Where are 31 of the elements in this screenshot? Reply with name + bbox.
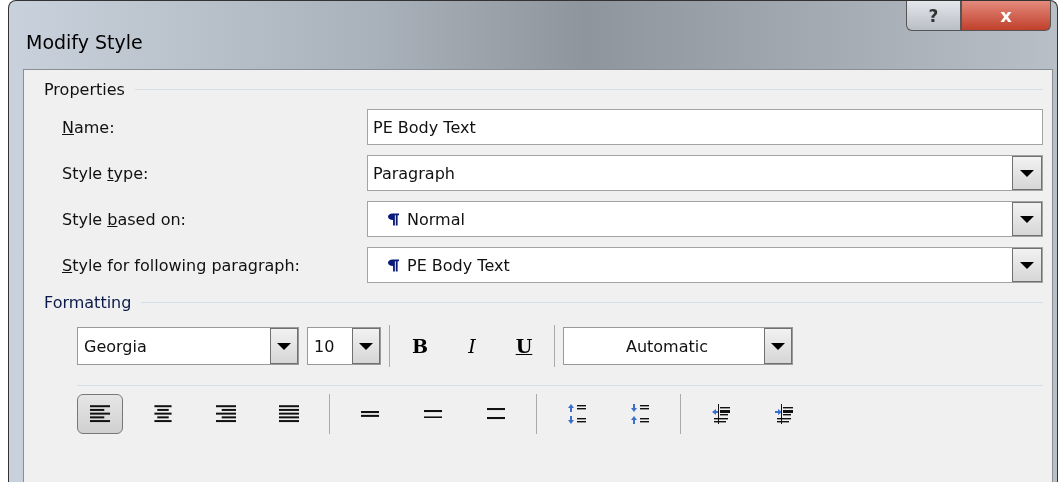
paragraph-spacing-icon	[631, 404, 649, 424]
font-color-dropdown[interactable]: Automatic	[563, 327, 793, 365]
font-dropdown[interactable]: Georgia	[77, 327, 299, 365]
align-justify-icon	[279, 404, 299, 424]
indent-icon	[775, 404, 793, 424]
section-heading: Properties	[44, 80, 125, 99]
name-field[interactable]: PE Body Text	[367, 109, 1043, 145]
field-label: Style type:	[62, 163, 150, 183]
align-left-button[interactable]	[77, 394, 123, 434]
paragraph-spacing-icon	[568, 404, 586, 424]
align-right-icon	[216, 404, 236, 424]
italic-button[interactable]: I	[450, 327, 494, 365]
font-size-dropdown[interactable]: 10	[307, 327, 381, 365]
close-button[interactable]: x	[961, 1, 1051, 31]
field-label: Style based on:	[62, 209, 187, 229]
field-label: Style for following paragraph:	[62, 255, 301, 275]
dropdown-field[interactable]: PE Body Text	[367, 247, 1043, 283]
line-spacing-icon	[487, 408, 505, 420]
indent-icon	[712, 404, 730, 424]
align-center-icon	[153, 404, 173, 424]
line-spacing-icon	[361, 411, 379, 417]
dropdown-field[interactable]: Paragraph	[367, 155, 1043, 191]
align-left-icon	[90, 404, 110, 424]
window-title: Modify Style	[26, 31, 143, 53]
dropdown-field[interactable]: Normal	[367, 201, 1043, 237]
underline-button[interactable]: U	[502, 327, 546, 365]
section-heading: Formatting	[44, 293, 132, 312]
field-label: Name:	[62, 117, 116, 137]
help-button[interactable]: ?	[906, 1, 961, 31]
bold-button[interactable]: B	[398, 327, 442, 365]
line-spacing-icon	[424, 409, 442, 419]
